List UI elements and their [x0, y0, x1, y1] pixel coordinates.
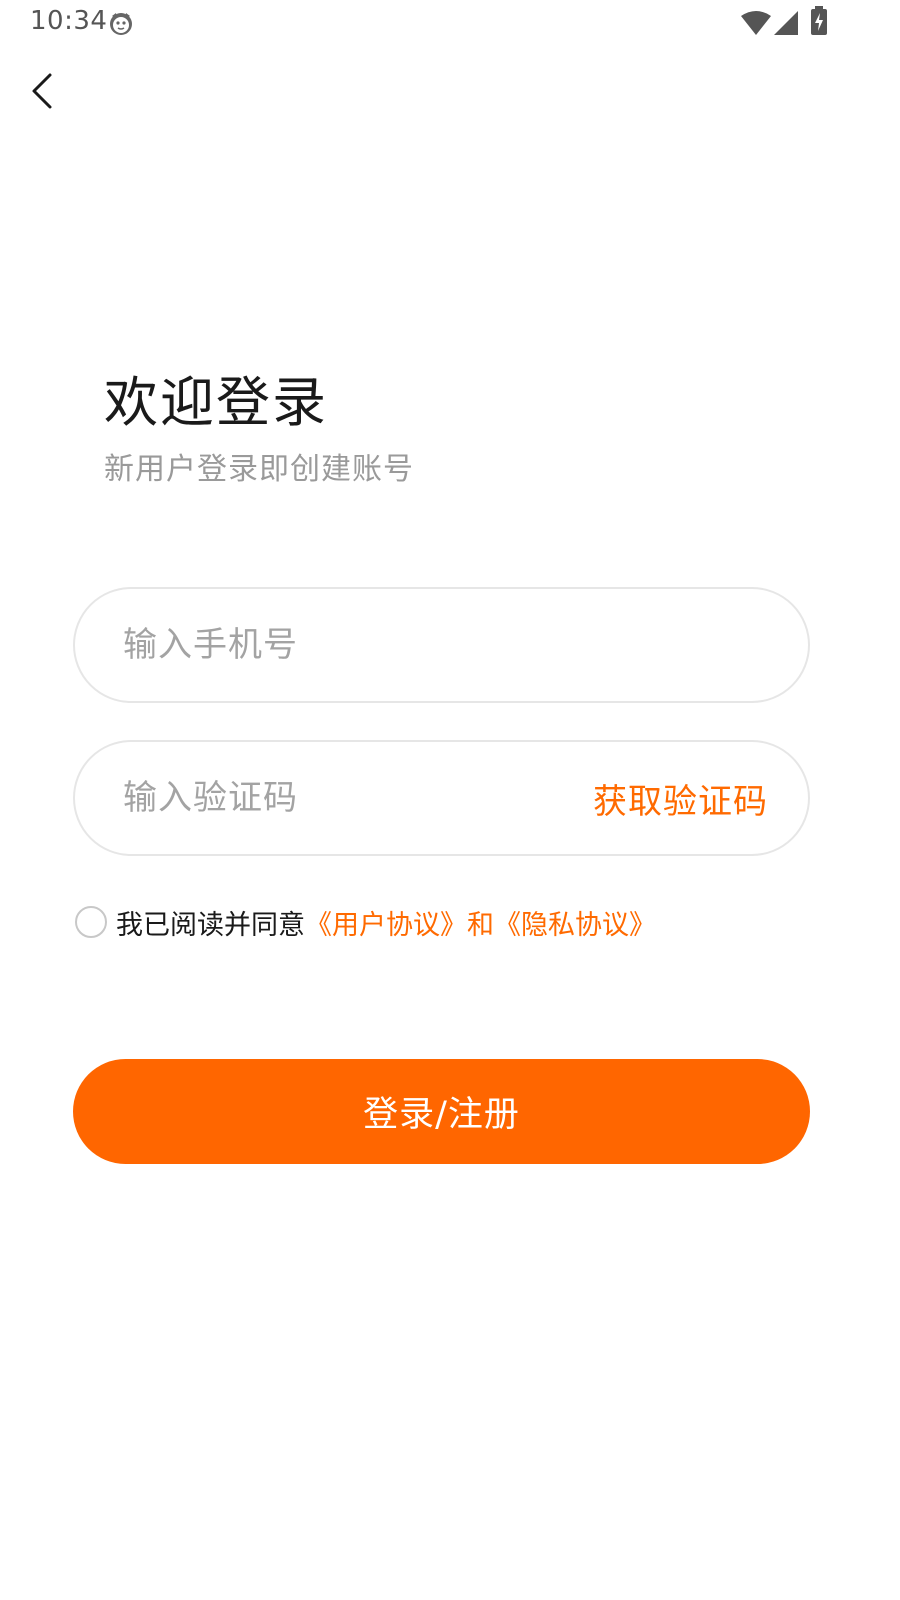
chevron-left-icon [32, 73, 52, 109]
verification-code-input[interactable] [123, 742, 563, 854]
cell-signal-icon [773, 10, 799, 36]
back-button[interactable] [26, 70, 66, 114]
battery-charging-icon [810, 6, 828, 36]
agreement-conjunction: 和 [467, 909, 494, 941]
user-agreement-link[interactable]: 《用户协议》 [305, 903, 467, 942]
wifi-icon [740, 10, 772, 36]
page-title: 欢迎登录 [104, 371, 328, 434]
agreement-row: 我已阅读并同意 《用户协议》 和 《隐私协议》 [75, 902, 656, 942]
login-screen: 10:34 欢迎登录 新用户登录即创建账号 输入手机号 输入验证码 获取验证码 … [0, 0, 900, 1600]
status-bar: 10:34 [0, 0, 900, 48]
phone-field [73, 587, 810, 703]
privacy-agreement-link[interactable]: 《隐私协议》 [494, 903, 656, 942]
agreement-checkbox[interactable] [75, 906, 107, 938]
status-time: 10:34 [30, 6, 108, 36]
phone-input[interactable] [123, 589, 763, 701]
agreement-prefix: 我已阅读并同意 [116, 909, 305, 941]
cat-notification-icon [108, 10, 134, 36]
get-code-button[interactable]: 获取验证码 [593, 742, 768, 854]
page-subtitle: 新用户登录即创建账号 [104, 452, 414, 487]
verification-code-field: 获取验证码 [73, 740, 810, 856]
login-register-button[interactable]: 登录/注册 [73, 1059, 810, 1164]
